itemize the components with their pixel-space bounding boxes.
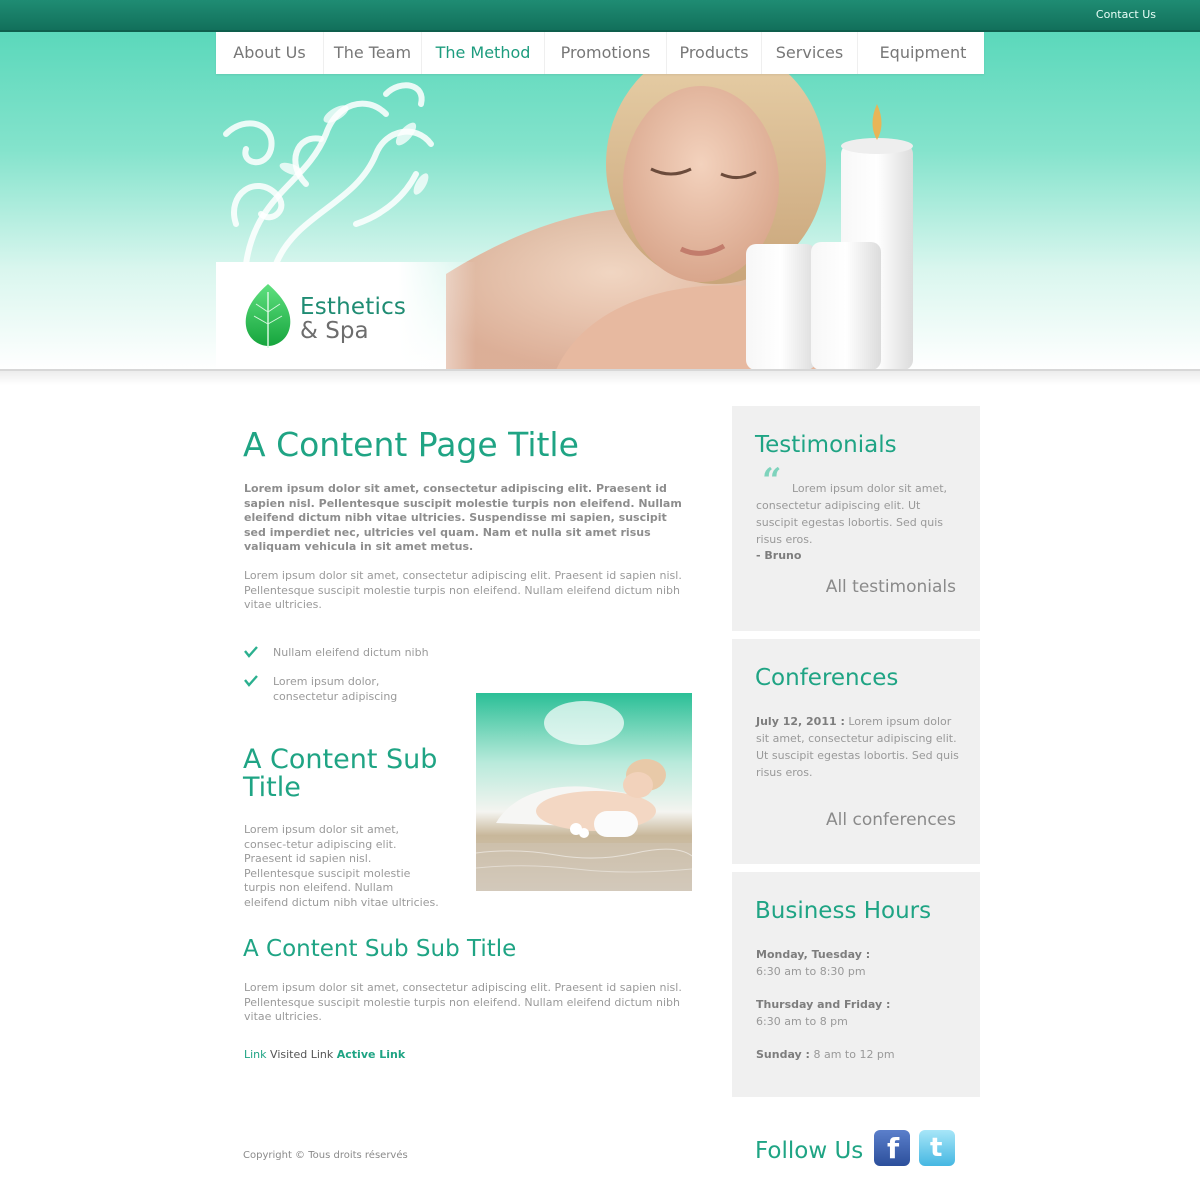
nav-item-about-us[interactable]: About Us: [216, 32, 324, 74]
hours-time-1: 6:30 am to 8:30 pm: [756, 965, 866, 978]
nav-item-services[interactable]: Services: [762, 32, 858, 74]
facebook-icon[interactable]: f: [874, 1130, 910, 1166]
follow-us-label: Follow Us: [755, 1138, 864, 1164]
all-testimonials-link[interactable]: All testimonials: [826, 577, 956, 597]
hours-day-3: Sunday :: [756, 1048, 810, 1061]
conference-entry: July 12, 2011 : Lorem ipsum dolor sit am…: [756, 713, 961, 781]
hours-day-2: Thursday and Friday :: [756, 998, 891, 1011]
all-conferences-link[interactable]: All conferences: [826, 810, 956, 830]
copyright-text: Copyright © Tous droits réservés: [243, 1150, 408, 1161]
testimonials-panel: Testimonials “ Lorem ipsum dolor sit ame…: [732, 406, 980, 631]
body-paragraph-1: Lorem ipsum dolor sit amet, consectetur …: [244, 569, 682, 611]
leaf-logo-icon[interactable]: [242, 282, 294, 350]
conferences-title: Conferences: [755, 665, 899, 691]
twitter-glyph: t: [930, 1133, 943, 1163]
top-bar: Contact Us: [0, 0, 1200, 32]
hours-time-2: 6:30 am to 8 pm: [756, 1015, 848, 1028]
page-title: A Content Page Title: [243, 425, 579, 464]
floral-swirl-ornament: [223, 82, 434, 267]
contact-us-link[interactable]: Contact Us: [1096, 8, 1156, 21]
bullet-item-2: Lorem ipsum dolor, consectetur adipiscin…: [273, 675, 398, 703]
testimonial-text: Lorem ipsum dolor sit amet, consectetur …: [756, 482, 948, 546]
content-subsubtitle: A Content Sub Sub Title: [243, 936, 517, 962]
hours-day-1: Monday, Tuesday :: [756, 948, 871, 961]
hours-row-3: Sunday : 8 am to 12 pm: [756, 1046, 961, 1063]
conferences-panel: Conferences July 12, 2011 : Lorem ipsum …: [732, 639, 980, 864]
body-paragraph-2: Lorem ipsum dolor sit amet, consectetur …: [244, 981, 682, 1023]
sample-visited-link[interactable]: Visited Link: [270, 1048, 333, 1061]
twitter-icon[interactable]: t: [919, 1130, 955, 1166]
nav-item-promotions[interactable]: Promotions: [545, 32, 667, 74]
business-hours-panel: Business Hours Monday, Tuesday : 6:30 am…: [732, 872, 980, 1097]
link-samples: Link Visited Link Active Link: [244, 1048, 405, 1061]
content-subtitle: A Content Sub Title: [243, 744, 438, 803]
main-navigation: About Us The Team The Method Promotions …: [216, 32, 984, 74]
woman-relaxing-with-candles-image: [446, 74, 913, 370]
hours-time-3: 8 am to 12 pm: [813, 1048, 895, 1061]
bullet-item-1: Nullam eleifend dictum nibh: [273, 646, 429, 659]
conference-date: July 12, 2011 :: [756, 715, 845, 728]
testimonial-author: - Bruno: [756, 549, 802, 562]
business-hours-title: Business Hours: [755, 898, 932, 924]
subtitle-paragraph: Lorem ipsum dolor sit amet, consec-tetur…: [244, 823, 439, 909]
sample-active-link[interactable]: Active Link: [337, 1048, 405, 1061]
nav-item-the-team[interactable]: The Team: [324, 32, 422, 74]
nav-item-equipment[interactable]: Equipment: [858, 32, 988, 74]
sample-link[interactable]: Link: [244, 1048, 267, 1061]
lead-paragraph: Lorem ipsum dolor sit amet, consectetur …: [244, 482, 682, 553]
facebook-glyph: f: [887, 1132, 900, 1165]
checkmark-icon: [244, 646, 258, 658]
checkmark-icon: [244, 675, 258, 687]
hero-shadow: [0, 371, 1200, 385]
spa-woman-lying-image: [476, 693, 692, 891]
brand-name-line1[interactable]: Esthetics: [300, 294, 406, 320]
testimonials-title: Testimonials: [755, 432, 897, 458]
nav-item-products[interactable]: Products: [667, 32, 762, 74]
brand-name-line2[interactable]: & Spa: [300, 318, 369, 344]
nav-item-the-method[interactable]: The Method: [422, 32, 545, 74]
